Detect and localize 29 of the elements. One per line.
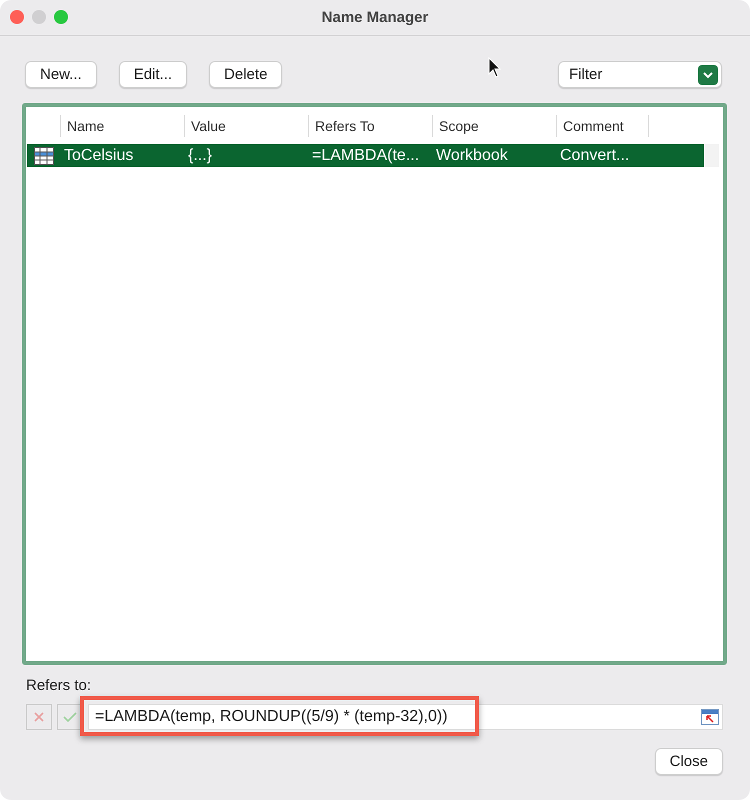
toolbar-button[interactable]: Delete <box>209 61 282 88</box>
scrollbar-track <box>704 144 719 167</box>
table-cell-text: {...} <box>187 146 214 164</box>
filter-dropdown[interactable]: Filter <box>558 61 722 88</box>
column-header[interactable]: Scope <box>432 114 556 136</box>
range-select-icon[interactable] <box>701 709 719 725</box>
column-header[interactable]: Comment <box>556 114 649 136</box>
window-title: Name Manager <box>322 9 428 26</box>
close-icon <box>33 711 45 723</box>
table-cell-text: Workbook <box>435 146 509 164</box>
table-cell-text: Convert... <box>559 146 630 164</box>
toolbar-button[interactable]: New... <box>25 61 97 88</box>
cursor-icon <box>488 57 502 79</box>
column-header[interactable]: Name <box>60 114 184 136</box>
column-header[interactable]: Refers To <box>308 114 432 136</box>
table-icon <box>34 146 54 164</box>
table-cell-text: ToCelsius <box>63 146 134 164</box>
refers-to-field[interactable]: =LAMBDA(temp, ROUNDUP((5/9) * (temp-32),0)) <box>88 704 723 730</box>
checkmark-icon <box>63 711 77 723</box>
column-header[interactable]: Value <box>184 114 308 136</box>
close-window-icon[interactable] <box>10 10 24 24</box>
minimize-window-icon[interactable] <box>32 10 46 24</box>
name-row[interactable]: ToCelsius {...} =LAMBDA(te... Workbook Convert... <box>27 144 704 167</box>
chevron-down-icon <box>698 64 718 84</box>
toolbar-button[interactable]: Edit... <box>118 61 188 88</box>
refers-to-label: Refers to: <box>26 677 92 694</box>
close-button[interactable]: Close <box>654 748 723 775</box>
table-cell-text: =LAMBDA(te... <box>311 146 420 164</box>
zoom-window-icon[interactable] <box>54 10 68 24</box>
